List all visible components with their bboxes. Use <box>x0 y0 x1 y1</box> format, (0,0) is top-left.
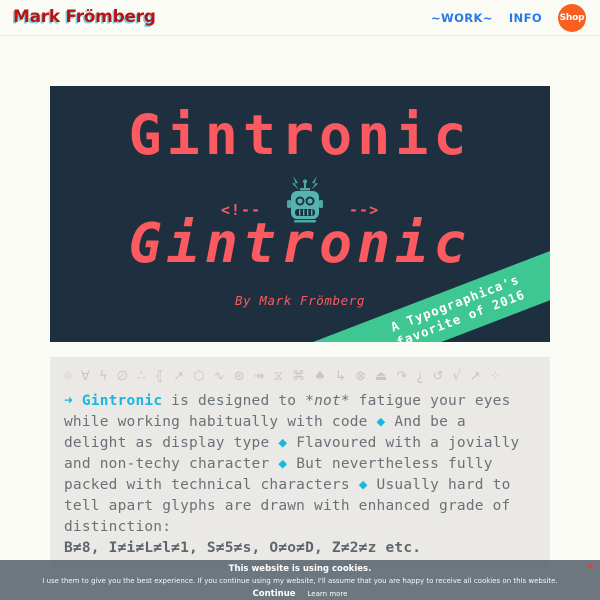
diamond-separator-3: ◆ <box>278 455 288 472</box>
decorative-glyph-row: ⌾ ∀ ϟ ∅ ∴ ⦃ ↗ ⬡ ∿ ⊛ ↠ ⧖ ⌘ ♠ ↳ ⊗ ⏏ ↷ ¿ ↺ … <box>64 369 504 384</box>
hero-title: Gintronic <box>128 103 472 167</box>
desc-emphasis-1: *not* <box>305 392 350 409</box>
lead-arrow-icon: ➜ <box>64 392 73 409</box>
cookie-learn-more-link[interactable]: Learn more <box>308 590 348 598</box>
nav-item-info[interactable]: INFO <box>509 11 542 25</box>
site-header: Mark Frömberg ~WORK~ INFO Shop <box>0 0 600 36</box>
desc-text-1: is designed to <box>162 392 306 409</box>
site-logo[interactable]: Mark Frömberg <box>13 9 156 26</box>
cookie-body-text: I use them to give you the best experien… <box>42 576 558 585</box>
hero-banner: Gintronic <!-- --> Gintronic By Mark Frö… <box>50 86 550 342</box>
description-text: ➜ Gintronic is designed to *not* fatigue… <box>64 391 536 559</box>
shop-button[interactable]: Shop <box>558 3 586 32</box>
glyph-comparison-line: B≠8, I≠i≠L≠l≠1, S≠5≠s, O≠o≠D, Z≠2≠z etc. <box>64 539 422 556</box>
main-navigation: ~WORK~ INFO Shop <box>431 3 586 32</box>
hero-title-italic: Gintronic <box>128 211 472 275</box>
cookie-consent-banner: This website is using cookies. I use the… <box>0 560 600 600</box>
cookie-title: This website is using cookies. <box>228 564 372 574</box>
diamond-separator-2: ◆ <box>278 434 288 451</box>
close-icon[interactable]: ✖ <box>587 563 594 571</box>
nav-item-work[interactable]: ~WORK~ <box>431 11 493 25</box>
cookie-continue-button[interactable]: Continue <box>253 589 296 599</box>
diamond-separator-4: ◆ <box>358 476 368 493</box>
font-name-highlight: Gintronic <box>81 392 163 409</box>
description-panel: ⌾ ∀ ϟ ∅ ∴ ⦃ ↗ ⬡ ∿ ⊛ ↠ ⧖ ⌘ ♠ ↳ ⊗ ⏏ ↷ ¿ ↺ … <box>50 357 550 567</box>
cookie-actions: Continue Learn more <box>0 589 600 599</box>
